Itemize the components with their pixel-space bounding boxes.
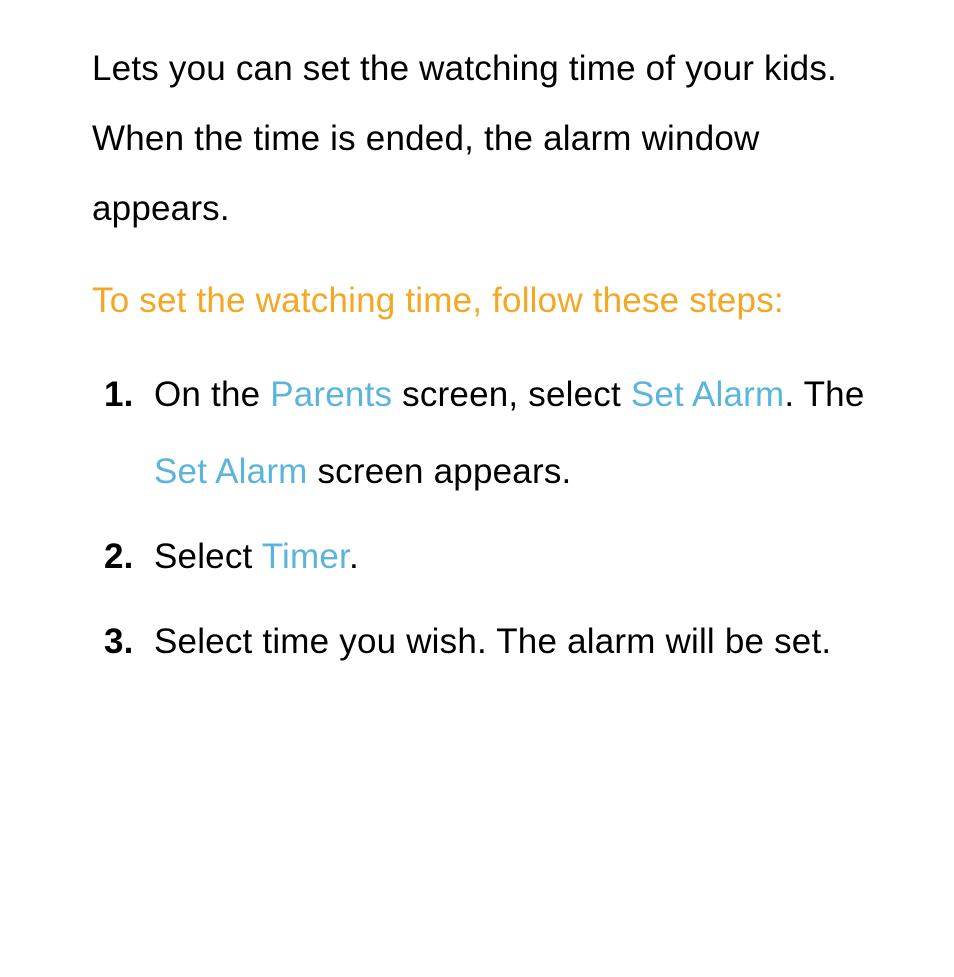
- highlight-timer: Timer: [262, 537, 349, 576]
- steps-list: On the Parents screen, select Set Alarm.…: [92, 356, 894, 680]
- instruction-heading: To set the watching time, follow these s…: [92, 266, 894, 336]
- step-text: .: [349, 537, 359, 576]
- step-text: Select time you wish. The alarm will be …: [154, 622, 831, 661]
- step-text: On the: [154, 375, 270, 414]
- step-1: On the Parents screen, select Set Alarm.…: [104, 356, 894, 510]
- step-text: screen appears.: [308, 452, 572, 491]
- highlight-set-alarm: Set Alarm: [631, 375, 785, 414]
- highlight-set-alarm-2: Set Alarm: [154, 452, 308, 491]
- step-text: screen, select: [392, 375, 631, 414]
- step-2: Select Timer.: [104, 518, 894, 595]
- highlight-parents: Parents: [270, 375, 392, 414]
- step-text: Select: [154, 537, 262, 576]
- intro-paragraph: Lets you can set the watching time of yo…: [92, 34, 894, 244]
- step-text: . The: [784, 375, 864, 414]
- step-3: Select time you wish. The alarm will be …: [104, 603, 894, 680]
